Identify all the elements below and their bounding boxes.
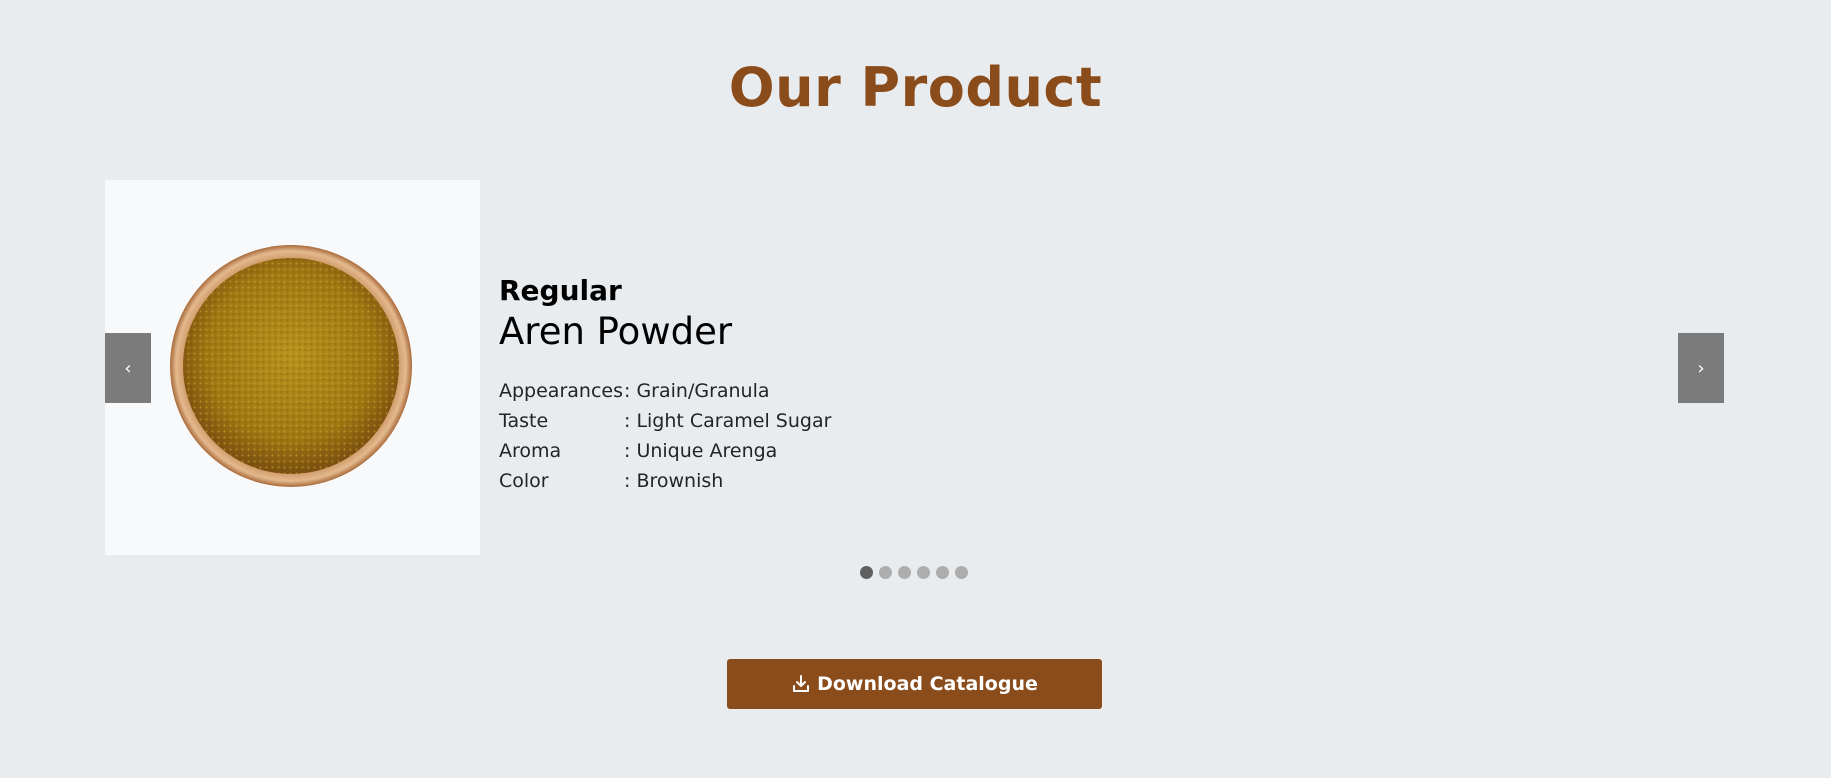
spec-row: Taste : Light Caramel Sugar — [499, 406, 831, 436]
spec-row: Color : Brownish — [499, 466, 831, 496]
section-title: Our Product — [728, 56, 1103, 119]
spec-value: : Light Caramel Sugar — [624, 410, 832, 432]
spec-row: Appearances : Grain/Granula — [499, 376, 831, 406]
download-icon — [791, 674, 811, 694]
product-image — [170, 245, 412, 487]
carousel-next-button[interactable]: › — [1678, 333, 1724, 403]
spec-value: : Grain/Granula — [624, 380, 770, 402]
carousel-indicator-6[interactable] — [955, 566, 968, 579]
product-name: Aren Powder — [499, 310, 733, 353]
download-catalogue-button[interactable]: Download Catalogue — [727, 659, 1102, 709]
carousel-indicators — [860, 566, 968, 579]
chevron-left-icon: ‹ — [124, 357, 132, 379]
spec-key: Taste — [499, 410, 549, 432]
spec-row: Aroma : Unique Arenga — [499, 436, 831, 466]
spec-value: : Unique Arenga — [624, 440, 778, 462]
product-variant: Regular — [499, 274, 622, 307]
spec-key: Appearances — [499, 380, 623, 402]
carousel-indicator-1[interactable] — [860, 566, 873, 579]
carousel-prev-button[interactable]: ‹ — [105, 333, 151, 403]
carousel-indicator-2[interactable] — [879, 566, 892, 579]
spec-table: Appearances : Grain/Granula Taste : Ligh… — [499, 376, 831, 496]
spec-key: Aroma — [499, 440, 562, 462]
carousel-indicator-3[interactable] — [898, 566, 911, 579]
product-info: Regular Aren Powder Appearances : Grain/… — [499, 274, 831, 496]
chevron-right-icon: › — [1697, 357, 1705, 379]
carousel-indicator-4[interactable] — [917, 566, 930, 579]
download-catalogue-label: Download Catalogue — [817, 673, 1038, 695]
product-image-frame — [105, 180, 480, 555]
spec-key: Color — [499, 470, 549, 492]
carousel-indicator-5[interactable] — [936, 566, 949, 579]
spec-value: : Brownish — [624, 470, 724, 492]
